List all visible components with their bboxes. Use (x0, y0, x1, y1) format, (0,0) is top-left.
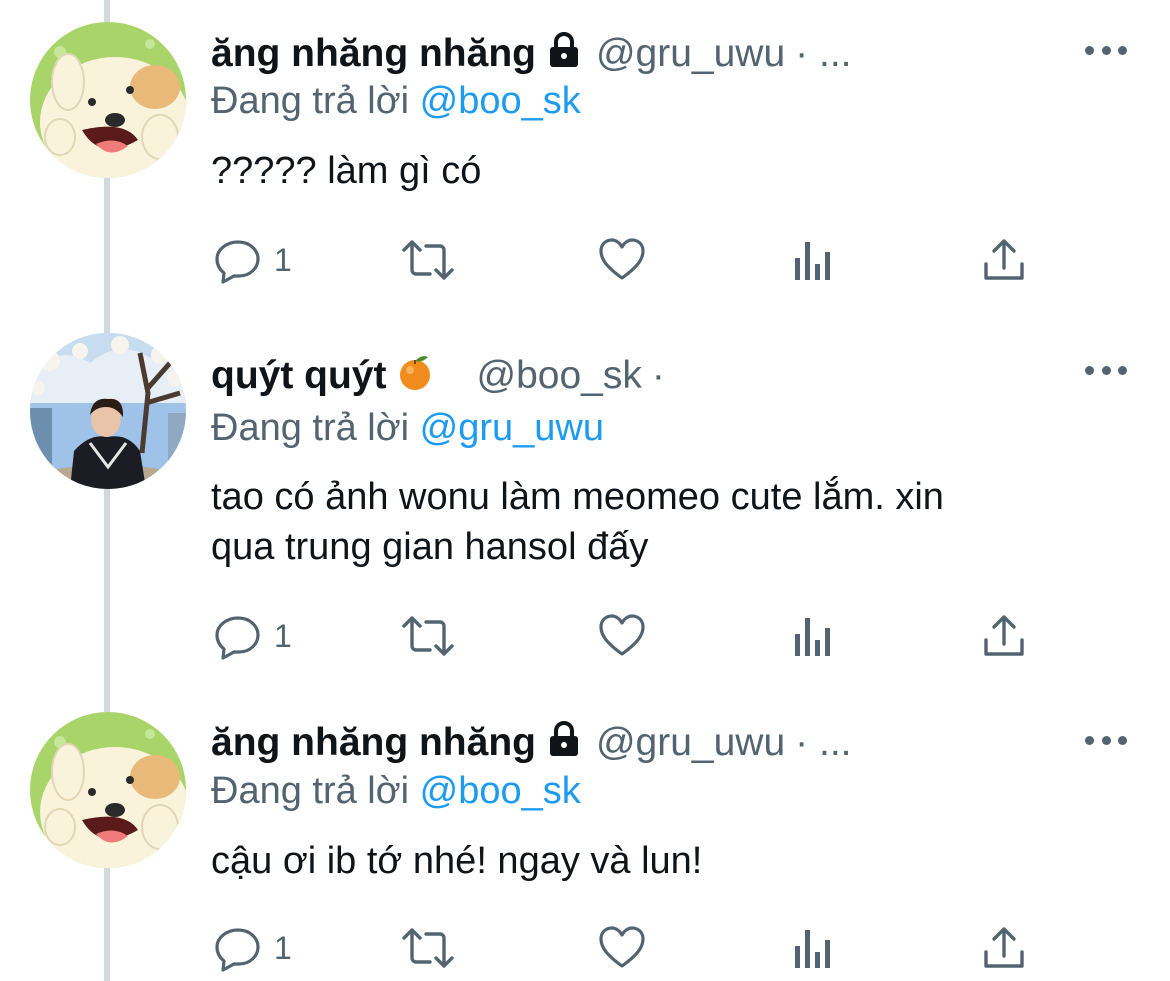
share-button[interactable] (982, 918, 1026, 978)
display-name[interactable]: quýt quýt (211, 354, 386, 397)
replying-to: Đang trả lời @boo_sk (211, 78, 581, 124)
tweet-text-line: tao có ảnh wonu làm meomeo cute lắm. xin (211, 476, 944, 518)
like-button[interactable] (598, 918, 646, 978)
share-icon (984, 927, 1024, 968)
reply-icon (215, 928, 260, 972)
separator: · (651, 353, 665, 397)
replying-prefix: Đang trả lời (211, 80, 410, 122)
reply-icon (215, 616, 260, 660)
avatar[interactable] (30, 712, 186, 868)
handle[interactable]: @gru_uwu (596, 721, 785, 764)
replying-prefix: Đang trả lời (211, 407, 410, 449)
like-button[interactable] (598, 230, 646, 290)
mention-link[interactable]: @boo_sk (420, 80, 581, 122)
like-icon (599, 614, 645, 656)
share-button[interactable] (982, 230, 1026, 290)
analytics-button[interactable] (792, 230, 834, 290)
tangerine-emoji (394, 351, 436, 404)
lock-icon (544, 719, 584, 770)
avatar[interactable] (30, 22, 186, 178)
tweet-text: cậu ơi ib tớ nhé! ngay và lun! (211, 836, 1111, 886)
analytics-icon (795, 618, 830, 656)
reply-count: 1 (274, 241, 292, 278)
replying-to: Đang trả lời @gru_uwu (211, 405, 604, 451)
dog-avatar-image (30, 712, 186, 868)
retweet-icon (402, 928, 454, 968)
retweet-button[interactable] (400, 606, 456, 666)
separator: · ... (795, 31, 852, 75)
retweet-button[interactable] (400, 230, 456, 290)
dog-avatar-image (30, 22, 186, 178)
action-bar: 1 (0, 918, 1170, 978)
tweet-header: quýt quýt @boo_sk · (211, 351, 665, 397)
replying-prefix: Đang trả lời (211, 770, 410, 812)
like-icon (599, 926, 645, 968)
tweet-header: ăng nhăng nhăng @gru_uwu · ... (211, 719, 852, 765)
share-button[interactable] (982, 606, 1026, 666)
mention-link[interactable]: @boo_sk (420, 770, 581, 812)
retweet-icon (402, 616, 454, 656)
reply-count: 1 (274, 617, 292, 654)
tweet-text: tao có ảnh wonu làm meomeo cute lắm. xin… (211, 472, 1111, 572)
analytics-icon (795, 930, 830, 968)
reply-count: 1 (274, 929, 292, 966)
avatar[interactable] (30, 333, 186, 489)
reply-button[interactable]: 1 (214, 918, 292, 978)
reply-button[interactable]: 1 (214, 230, 292, 290)
display-name[interactable]: ăng nhăng nhăng (211, 32, 536, 75)
replying-to: Đang trả lời @boo_sk (211, 768, 581, 814)
retweet-icon (402, 240, 454, 280)
handle[interactable]: @gru_uwu (596, 32, 785, 75)
person-photo-avatar (30, 333, 186, 489)
like-icon (599, 238, 645, 280)
tweet-text: ????? làm gì có (211, 146, 1111, 196)
handle[interactable]: @boo_sk (476, 354, 641, 397)
analytics-icon (795, 242, 830, 280)
display-name[interactable]: ăng nhăng nhăng (211, 721, 536, 764)
action-bar: 1 (0, 230, 1170, 290)
mention-link[interactable]: @gru_uwu (420, 407, 604, 449)
more-icon[interactable] (1085, 360, 1127, 380)
analytics-button[interactable] (792, 918, 834, 978)
tweet-header: ăng nhăng nhăng @gru_uwu · ... (211, 30, 852, 76)
tweet-text-line: ????? làm gì có (211, 150, 482, 192)
share-icon (984, 615, 1024, 656)
retweet-button[interactable] (400, 918, 456, 978)
more-icon[interactable] (1085, 730, 1127, 750)
tweet-text-line: cậu ơi ib tớ nhé! ngay và lun! (211, 840, 703, 882)
tweet-text-line: qua trung gian hansol đấy (211, 526, 649, 568)
reply-button[interactable]: 1 (214, 606, 292, 666)
more-icon[interactable] (1085, 40, 1127, 60)
separator: · ... (795, 720, 852, 764)
action-bar: 1 (0, 606, 1170, 666)
analytics-button[interactable] (792, 606, 834, 666)
reply-icon (215, 240, 260, 284)
like-button[interactable] (598, 606, 646, 666)
share-icon (984, 239, 1024, 280)
lock-icon (544, 30, 584, 81)
